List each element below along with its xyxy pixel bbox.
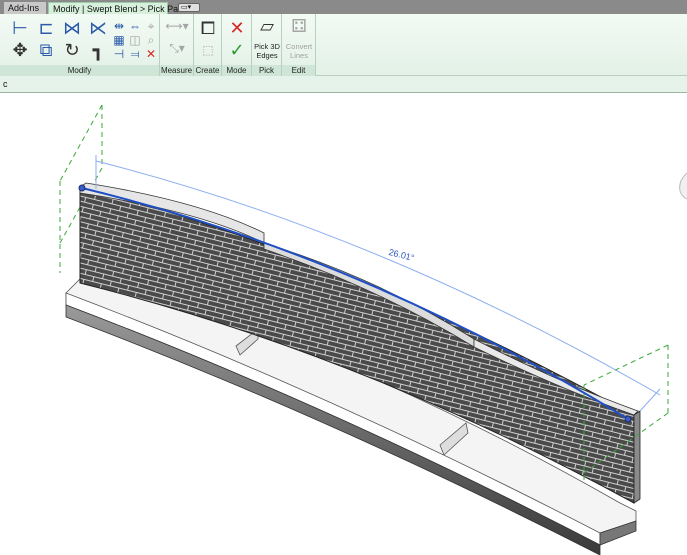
align-icon[interactable]: ⊢	[10, 18, 30, 38]
panel-label-modify: Modify	[0, 65, 159, 76]
tab-modify-swept-blend-pick-path[interactable]: Modify | Swept Blend > Pick Path	[48, 2, 186, 14]
offset-icon[interactable]: ⊏	[36, 18, 56, 38]
trim-extend-single-icon[interactable]: ⊣	[112, 48, 126, 60]
panel-create: ⧠ ⬚ Create	[194, 14, 222, 76]
unpin-icon[interactable]: ⌕	[144, 34, 158, 46]
panel-modify: ⊢ ⊏ ⋈ ⋉ ✥ ⧉ ↻ ┓ ⇹ ⇔ ⌖ ▦ ◫ ⌕ ⊣ ⫤ ✕ Modify	[0, 14, 160, 76]
convert-lines-icon: ⚃	[291, 16, 307, 36]
path-end-grip[interactable]	[624, 415, 632, 423]
trim-extend-corner-icon[interactable]: ┓	[88, 40, 108, 60]
dimension-icon[interactable]: ⤡▾	[164, 42, 190, 54]
move-icon[interactable]: ✥	[10, 40, 30, 60]
options-bar-text: c	[3, 79, 8, 89]
delete-icon[interactable]: ✕	[144, 48, 158, 60]
panel-label-measure: Measure	[160, 65, 193, 76]
viewport-3d-scene[interactable]	[0, 93, 687, 555]
mirror-pick-axis-icon[interactable]: ⋈	[62, 18, 82, 38]
array-icon[interactable]: ▦	[112, 34, 126, 46]
options-bar: c	[0, 76, 687, 93]
copy-icon[interactable]: ⧉	[36, 40, 56, 60]
rotate-icon[interactable]: ↻	[62, 40, 82, 60]
measure-distance-icon[interactable]: ⟷▾	[164, 20, 190, 32]
viewcube-edge[interactable]	[679, 172, 687, 200]
panel-measure: ⟷▾ ⤡▾ Measure	[160, 14, 194, 76]
convert-lines-label-1: Convert	[285, 42, 313, 51]
drawing-area[interactable]: 26.01°	[0, 93, 687, 555]
panel-label-mode: Mode	[222, 65, 251, 76]
panel-label-edit: Edit	[282, 65, 315, 76]
scale-icon[interactable]: ◫	[128, 34, 142, 46]
trim-extend-multiple-icon[interactable]: ⫤	[128, 48, 142, 60]
panel-edit: ⚃ Convert Lines Edit	[282, 14, 316, 76]
panel-mode: ✕ ✓ Mode	[222, 14, 252, 76]
path-start-grip[interactable]	[78, 184, 86, 192]
ribbon-tab-strip: Add-Ins Modify | Swept Blend > Pick Path…	[0, 0, 687, 14]
split-element-icon[interactable]: ⇹	[112, 20, 126, 32]
tab-add-ins[interactable]: Add-Ins	[4, 2, 46, 14]
cancel-edit-mode-icon[interactable]: ✕	[227, 18, 247, 38]
pick-3d-edges-label-1: Pick 3D	[254, 42, 280, 51]
split-with-gap-icon[interactable]: ⇔	[128, 20, 142, 32]
mirror-draw-axis-icon[interactable]: ⋉	[88, 18, 108, 38]
finish-edit-mode-icon[interactable]: ✓	[227, 40, 247, 60]
panel-label-create: Create	[194, 65, 221, 76]
create-similar-icon[interactable]: ⬚	[201, 44, 215, 56]
pick-3d-edges-icon[interactable]: ⏥	[257, 16, 277, 36]
ribbon: ⊢ ⊏ ⋈ ⋉ ✥ ⧉ ↻ ┓ ⇹ ⇔ ⌖ ▦ ◫ ⌕ ⊣ ⫤ ✕ Modify…	[0, 14, 687, 76]
convert-lines-label-2: Lines	[290, 51, 308, 60]
pick-3d-edges-button[interactable]: Pick 3D Edges	[252, 42, 282, 60]
pick-3d-edges-label-2: Edges	[256, 51, 278, 60]
panel-pick: ⏥ Pick 3D Edges Pick	[252, 14, 282, 76]
panel-label-pick: Pick	[252, 65, 281, 76]
ribbon-display-toggle[interactable]: ▭▾	[178, 3, 200, 12]
convert-lines-button: Convert Lines	[282, 42, 316, 60]
create-group-icon[interactable]: ⧠	[198, 18, 218, 38]
pin-icon[interactable]: ⌖	[144, 20, 158, 32]
